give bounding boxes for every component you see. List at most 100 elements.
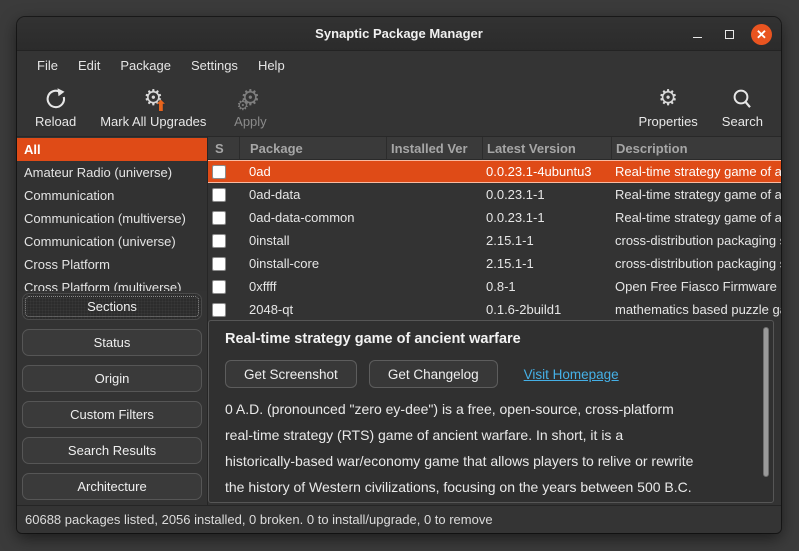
column-header-installed-version[interactable]: Installed Ver — [386, 137, 482, 160]
titlebar[interactable]: Synaptic Package Manager ✕ — [17, 17, 781, 51]
apply-icon: ⚙ ⚙ — [241, 86, 261, 112]
category-communication[interactable]: Communication — [17, 184, 207, 207]
details-scrollbar[interactable] — [763, 327, 769, 477]
close-button[interactable]: ✕ — [751, 24, 772, 45]
latest-version: 2.15.1-1 — [482, 233, 611, 248]
package-name: 0xffff — [239, 279, 386, 294]
package-description: Real-time strategy game of ancient warfa… — [611, 164, 781, 179]
category-cross-platform[interactable]: Cross Platform — [17, 253, 207, 276]
latest-version: 0.0.23.1-1 — [482, 187, 611, 202]
package-name: 0ad-data-common — [239, 210, 386, 225]
column-header-package[interactable]: Package — [239, 137, 386, 160]
status-text: 60688 packages listed, 2056 installed, 0… — [25, 512, 493, 527]
table-row[interactable]: 0xffff 0.8-1 Open Free Fiasco Firmware F… — [208, 275, 781, 298]
minimize-icon — [693, 37, 702, 38]
menu-file[interactable]: File — [27, 54, 68, 77]
category-amateur-radio[interactable]: Amateur Radio (universe) — [17, 161, 207, 184]
sidebar: All Amateur Radio (universe) Communicati… — [17, 137, 207, 505]
properties-label: Properties — [639, 114, 698, 129]
category-communication-universe[interactable]: Communication (universe) — [17, 230, 207, 253]
package-description: mathematics based puzzle game — [611, 302, 781, 317]
table-row[interactable]: 0ad 0.0.23.1-4ubuntu3 Real-time strategy… — [208, 160, 781, 183]
maximize-button[interactable] — [719, 24, 740, 45]
search-icon — [730, 86, 754, 112]
package-name: 0install — [239, 233, 386, 248]
minimize-button[interactable] — [687, 24, 708, 45]
package-name: 2048-qt — [239, 302, 386, 317]
search-results-button[interactable]: Search Results — [22, 437, 202, 464]
latest-version: 0.8-1 — [482, 279, 611, 294]
upgrade-arrow-icon: ⬆ — [155, 97, 168, 115]
reload-button[interactable]: Reload — [23, 79, 88, 136]
package-pane: S Package Installed Ver Latest Version D… — [208, 137, 781, 505]
table-row[interactable]: 0ad-data-common 0.0.23.1-1 Real-time str… — [208, 206, 781, 229]
window-controls: ✕ — [687, 17, 772, 51]
package-description: Open Free Fiasco Firmware Flasher — [611, 279, 781, 294]
package-checkbox[interactable] — [212, 211, 226, 225]
package-name: 0ad-data — [239, 187, 386, 202]
package-checkbox[interactable] — [212, 257, 226, 271]
search-label: Search — [722, 114, 763, 129]
table-header: S Package Installed Ver Latest Version D… — [208, 137, 781, 160]
menu-settings[interactable]: Settings — [181, 54, 248, 77]
package-description: cross-distribution packaging system (cor… — [611, 256, 781, 271]
category-list: All Amateur Radio (universe) Communicati… — [17, 138, 207, 291]
properties-button[interactable]: ⚙ Properties — [627, 79, 710, 136]
properties-gear-icon: ⚙ — [658, 86, 678, 112]
table-row[interactable]: 0install 2.15.1-1 cross-distribution pac… — [208, 229, 781, 252]
apply-button: ⚙ ⚙ Apply — [218, 79, 282, 136]
table-row[interactable]: 0ad-data 0.0.23.1-1 Real-time strategy g… — [208, 183, 781, 206]
package-checkbox[interactable] — [212, 303, 226, 317]
close-icon: ✕ — [756, 28, 767, 41]
statusbar: 60688 packages listed, 2056 installed, 0… — [17, 505, 781, 533]
mark-all-upgrades-button[interactable]: ⚙ ⬆ Mark All Upgrades — [88, 79, 218, 136]
package-checkbox[interactable] — [212, 165, 226, 179]
toolbar-spacer — [282, 79, 626, 136]
window-title: Synaptic Package Manager — [315, 26, 483, 41]
category-all[interactable]: All — [17, 138, 207, 161]
synaptic-window: Synaptic Package Manager ✕ File Edit Pac… — [17, 17, 781, 533]
package-checkbox[interactable] — [212, 188, 226, 202]
table-row[interactable]: 2048-qt 0.1.6-2build1 mathematics based … — [208, 298, 781, 321]
package-description: Real-time strategy game of ancient warfa… — [611, 187, 781, 202]
mark-all-upgrades-label: Mark All Upgrades — [100, 114, 206, 129]
category-cross-platform-multiverse[interactable]: Cross Platform (multiverse) — [17, 276, 207, 291]
latest-version: 2.15.1-1 — [482, 256, 611, 271]
filter-buttons: Sections Status Origin Custom Filters Se… — [22, 293, 202, 500]
search-button[interactable]: Search — [710, 79, 775, 136]
custom-filters-button[interactable]: Custom Filters — [22, 401, 202, 428]
column-header-description[interactable]: Description — [611, 137, 781, 160]
toolbar: Reload ⚙ ⬆ Mark All Upgrades ⚙ ⚙ Apply ⚙… — [17, 79, 781, 137]
content-area: All Amateur Radio (universe) Communicati… — [17, 137, 781, 505]
menu-help[interactable]: Help — [248, 54, 295, 77]
table-row[interactable]: 0install-core 2.15.1-1 cross-distributio… — [208, 252, 781, 275]
sections-button[interactable]: Sections — [22, 293, 202, 320]
mark-all-upgrades-icon: ⚙ ⬆ — [143, 86, 163, 112]
package-details-panel: Real-time strategy game of ancient warfa… — [208, 320, 774, 503]
details-description: 0 A.D. (pronounced "zero ey-dee") is a f… — [225, 396, 757, 503]
reload-label: Reload — [35, 114, 76, 129]
status-button[interactable]: Status — [22, 329, 202, 356]
column-header-latest-version[interactable]: Latest Version — [482, 137, 611, 160]
get-screenshot-button[interactable]: Get Screenshot — [225, 360, 357, 388]
latest-version: 0.1.6-2build1 — [482, 302, 611, 317]
package-description: Real-time strategy game of ancient warfa… — [611, 210, 781, 225]
get-changelog-button[interactable]: Get Changelog — [369, 360, 498, 388]
column-header-s[interactable]: S — [208, 137, 239, 160]
package-description: cross-distribution packaging system — [611, 233, 781, 248]
package-checkbox[interactable] — [212, 280, 226, 294]
package-name: 0install-core — [239, 256, 386, 271]
apply-label: Apply — [234, 114, 267, 129]
details-title: Real-time strategy game of ancient warfa… — [225, 331, 757, 354]
category-communication-multiverse[interactable]: Communication (multiverse) — [17, 207, 207, 230]
menu-package[interactable]: Package — [110, 54, 181, 77]
package-checkbox[interactable] — [212, 234, 226, 248]
architecture-button[interactable]: Architecture — [22, 473, 202, 500]
reload-icon — [44, 86, 68, 112]
menu-edit[interactable]: Edit — [68, 54, 110, 77]
origin-button[interactable]: Origin — [22, 365, 202, 392]
package-name: 0ad — [239, 164, 386, 179]
visit-homepage-link[interactable]: Visit Homepage — [524, 367, 619, 382]
details-actions: Get Screenshot Get Changelog Visit Homep… — [225, 360, 757, 388]
latest-version: 0.0.23.1-4ubuntu3 — [482, 164, 611, 179]
